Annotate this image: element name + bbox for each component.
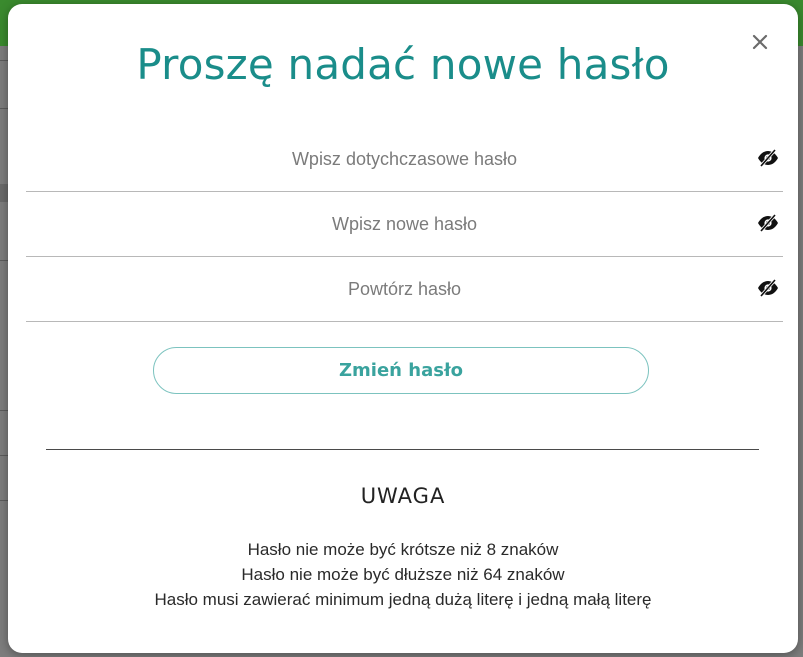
- notice-heading: UWAGA: [360, 484, 446, 508]
- eye-slash-icon[interactable]: [757, 213, 779, 233]
- change-password-button[interactable]: Zmień hasło: [153, 347, 649, 394]
- password-rule: Hasło musi zawierać minimum jedną dużą l…: [154, 590, 652, 609]
- repeat-password-input[interactable]: [26, 257, 783, 321]
- change-password-modal: Proszę nadać nowe hasło Zmień hasło UWAG…: [8, 4, 798, 653]
- divider: [46, 449, 759, 450]
- current-password-input[interactable]: [26, 127, 783, 191]
- repeat-password-field: [26, 257, 783, 322]
- modal-title: Proszę nadać nowe hasło: [136, 40, 670, 89]
- password-rule: Hasło nie może być dłuższe niż 64 znaków: [241, 565, 565, 584]
- new-password-field: [26, 192, 783, 257]
- password-rule: Hasło nie może być krótsze niż 8 znaków: [247, 540, 559, 559]
- password-rules-list: Hasło nie może być krótsze niż 8 znaków …: [8, 537, 798, 612]
- eye-slash-icon[interactable]: [757, 278, 779, 298]
- new-password-input[interactable]: [26, 192, 783, 256]
- current-password-field: [26, 127, 783, 192]
- eye-slash-icon[interactable]: [757, 148, 779, 168]
